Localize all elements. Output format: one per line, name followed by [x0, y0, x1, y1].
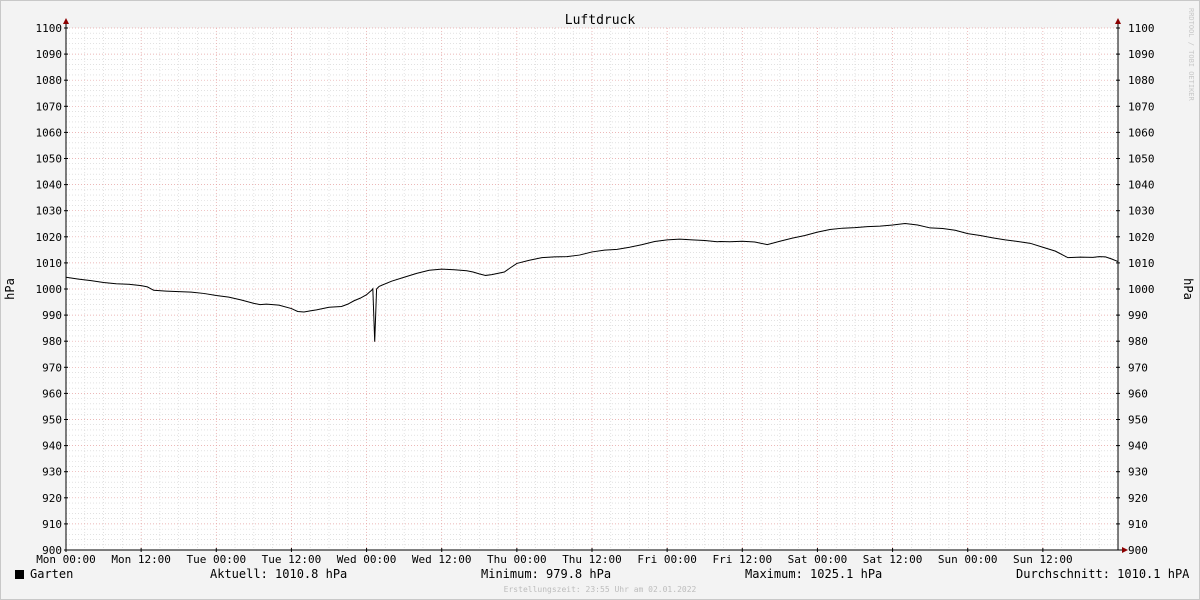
y-tick-label-right: 960: [1128, 387, 1148, 400]
x-tick-label: Fri 00:00: [637, 553, 697, 566]
y-tick-label-right: 920: [1128, 492, 1148, 505]
y-tick-label-left: 910: [42, 518, 62, 531]
x-tick-label: Sat 12:00: [863, 553, 923, 566]
x-tick-label: Wed 12:00: [412, 553, 472, 566]
x-tick-label: Wed 00:00: [337, 553, 397, 566]
y-tick-label-right: 1040: [1128, 179, 1155, 192]
y-tick-label-right: 1080: [1128, 74, 1155, 87]
y-tick-label-left: 1050: [36, 153, 63, 166]
y-tick-label-right: 1070: [1128, 100, 1155, 113]
y-tick-label-left: 940: [42, 440, 62, 453]
x-tick-label: Fri 12:00: [712, 553, 772, 566]
legend: Garten Aktuell: 1010.8 hPa Minimum: 979.…: [0, 567, 1200, 585]
y-tick-label-left: 1080: [36, 74, 63, 87]
y-tick-label-right: 990: [1128, 309, 1148, 322]
chart-title: Luftdruck: [565, 13, 636, 28]
legend-maximum: Maximum: 1025.1 hPa: [745, 567, 883, 581]
y-tick-label-left: 1060: [36, 126, 63, 139]
y-tick-label-left: 960: [42, 387, 62, 400]
y-tick-label-right: 1090: [1128, 48, 1155, 61]
y-tick-label-left: 1030: [36, 205, 63, 218]
y-tick-label-right: 900: [1128, 544, 1148, 557]
y-tick-label-right: 950: [1128, 414, 1148, 427]
y-tick-label-right: 980: [1128, 335, 1148, 348]
y-tick-label-left: 1100: [36, 22, 63, 35]
x-tick-label: Sun 00:00: [938, 553, 998, 566]
y-tick-label-right: 930: [1128, 466, 1148, 479]
y-tick-label-left: 1070: [36, 100, 63, 113]
y-tick-label-left: 920: [42, 492, 62, 505]
watermark: RRDTOOL / TOBI OETIKER: [1187, 8, 1195, 102]
legend-series: Garten: [15, 567, 73, 581]
y-axis-left: 9009109209309409509609709809901000101010…: [36, 22, 68, 557]
legend-minimum: Minimum: 979.8 hPa: [481, 567, 612, 581]
creation-time: Erstellungszeit: 23:55 Uhr am 02.01.2022: [503, 585, 697, 594]
x-tick-label: Thu 00:00: [487, 553, 547, 566]
y-tick-label-left: 950: [42, 414, 62, 427]
watermark-text: RRDTOOL / TOBI OETIKER: [1187, 8, 1195, 102]
y-tick-label-left: 1040: [36, 179, 63, 192]
y-tick-label-left: 1090: [36, 48, 63, 61]
y-tick-label-left: 1000: [36, 283, 63, 296]
y-tick-label-right: 1000: [1128, 283, 1155, 296]
y-tick-label-right: 940: [1128, 440, 1148, 453]
y-tick-label-right: 1010: [1128, 257, 1155, 270]
x-tick-label: Sun 12:00: [1013, 553, 1073, 566]
y-tick-label-right: 1100: [1128, 22, 1155, 35]
y-tick-label-left: 990: [42, 309, 62, 322]
y-tick-label-left: 1020: [36, 231, 63, 244]
y-tick-label-right: 1030: [1128, 205, 1155, 218]
y-axis-right: 900 910 920 930 940 950 960 970 980 990 1000 1010 10…: [1116, 22, 1155, 557]
legend-average: Durchschnitt: 1010.1 hPA: [1016, 567, 1190, 581]
y-tick-label-right: 1020: [1128, 231, 1155, 244]
legend-current: Aktuell: 1010.8 hPa: [210, 567, 348, 581]
y-tick-label-left: 1010: [36, 257, 63, 270]
y-tick-label-left: 970: [42, 361, 62, 374]
y-axis-arrow-left: [63, 18, 69, 24]
x-tick-label: Tue 12:00: [262, 553, 322, 566]
y-tick-label-right: 970: [1128, 361, 1148, 374]
x-tick-label: Mon 00:00: [36, 553, 96, 566]
y-tick-label-right: 1050: [1128, 153, 1155, 166]
x-axis: Mon 00:00 Mon 12:00 Tue 00:00 Tue 12:00 Wed …: [36, 548, 1073, 566]
y-tick-label-left: 980: [42, 335, 62, 348]
y-axis-label-right: hPa: [1181, 278, 1195, 300]
x-tick-label: Thu 12:00: [562, 553, 622, 566]
y-tick-label-right: 910: [1128, 518, 1148, 531]
legend-swatch: [15, 570, 24, 579]
y-axis-label-left: hPa: [3, 278, 17, 300]
x-tick-label: Tue 00:00: [186, 553, 246, 566]
pressure-chart: Luftdruck 900 910 920 930 940 950 960 970 980 990…: [3, 13, 1195, 566]
legend-series-name: Garten: [30, 567, 74, 581]
y-tick-label-right: 1060: [1128, 126, 1155, 139]
y-axis-arrow-right: [1115, 18, 1121, 24]
x-tick-label: Mon 12:00: [111, 553, 171, 566]
y-tick-label-left: 930: [42, 466, 62, 479]
x-tick-label: Sat 00:00: [788, 553, 848, 566]
